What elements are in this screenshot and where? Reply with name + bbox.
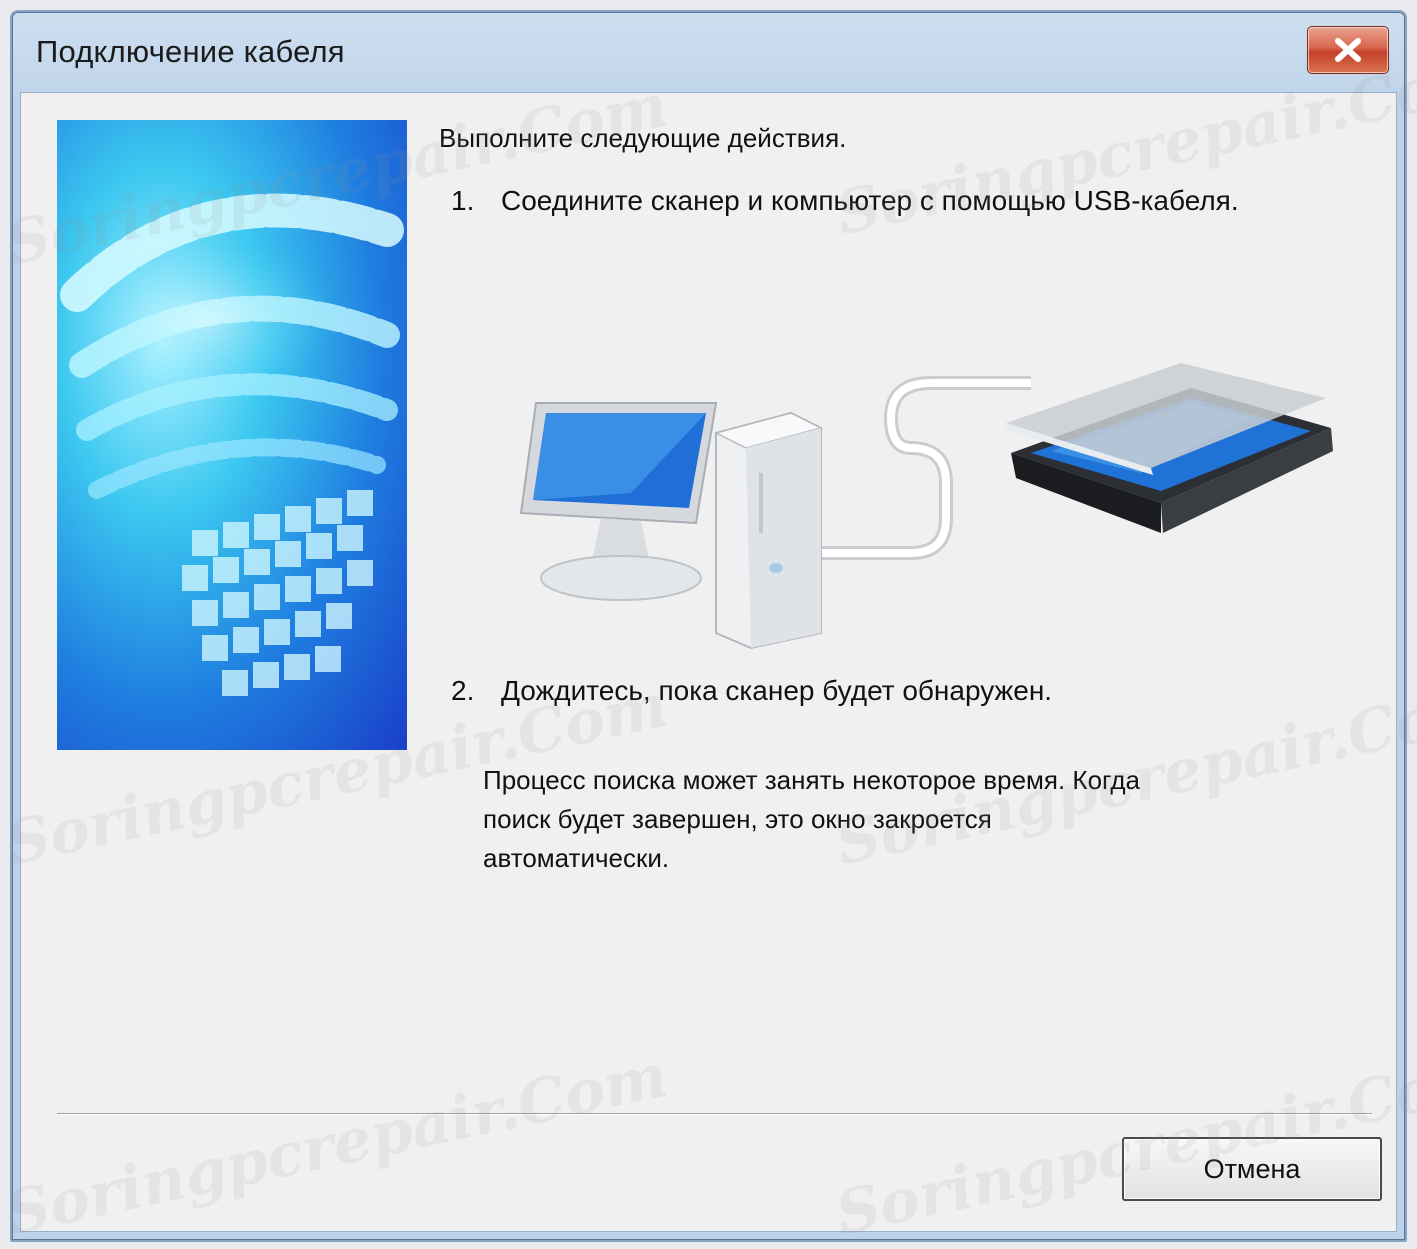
step-text: Дождитесь, пока сканер будет обнаружен. [501, 675, 1053, 706]
decorative-banner-image [57, 120, 407, 750]
scanner-icon [1003, 363, 1333, 533]
window-title: Подключение кабеля [36, 34, 345, 69]
footer-separator [57, 1113, 1372, 1115]
dialog-client-area: Выполните следующие действия. 1. Соединит… [20, 92, 1397, 1232]
step-number: 2. [451, 675, 475, 706]
step-1: 1. Соедините сканер и компьютер с помощью… [451, 185, 1239, 217]
connection-illustration [491, 303, 1351, 668]
step-text: Соедините сканер и компьютер с помощью U… [501, 185, 1239, 216]
step-2: 2. Дождитесь, пока сканер будет обнаружен… [451, 675, 1052, 707]
cancel-button[interactable]: Отмена [1122, 1137, 1382, 1201]
description-line: автоматически. [483, 843, 670, 873]
dialog-window: Подключение кабеля Выполните следующие д… [10, 10, 1407, 1242]
close-button[interactable] [1307, 26, 1389, 74]
computer-icon [519, 402, 824, 650]
description-line: Процесс поиска может занять некоторое вр… [483, 765, 1140, 795]
title-bar[interactable]: Подключение кабеля [12, 12, 1405, 92]
close-icon [1333, 37, 1363, 63]
step-number: 1. [451, 185, 475, 216]
instructions-heading: Выполните следующие действия. [439, 123, 847, 153]
description-line: поиск будет завершен, это окно закроется [483, 804, 992, 834]
search-description: Процесс поиска может занять некоторое вр… [483, 761, 1333, 878]
